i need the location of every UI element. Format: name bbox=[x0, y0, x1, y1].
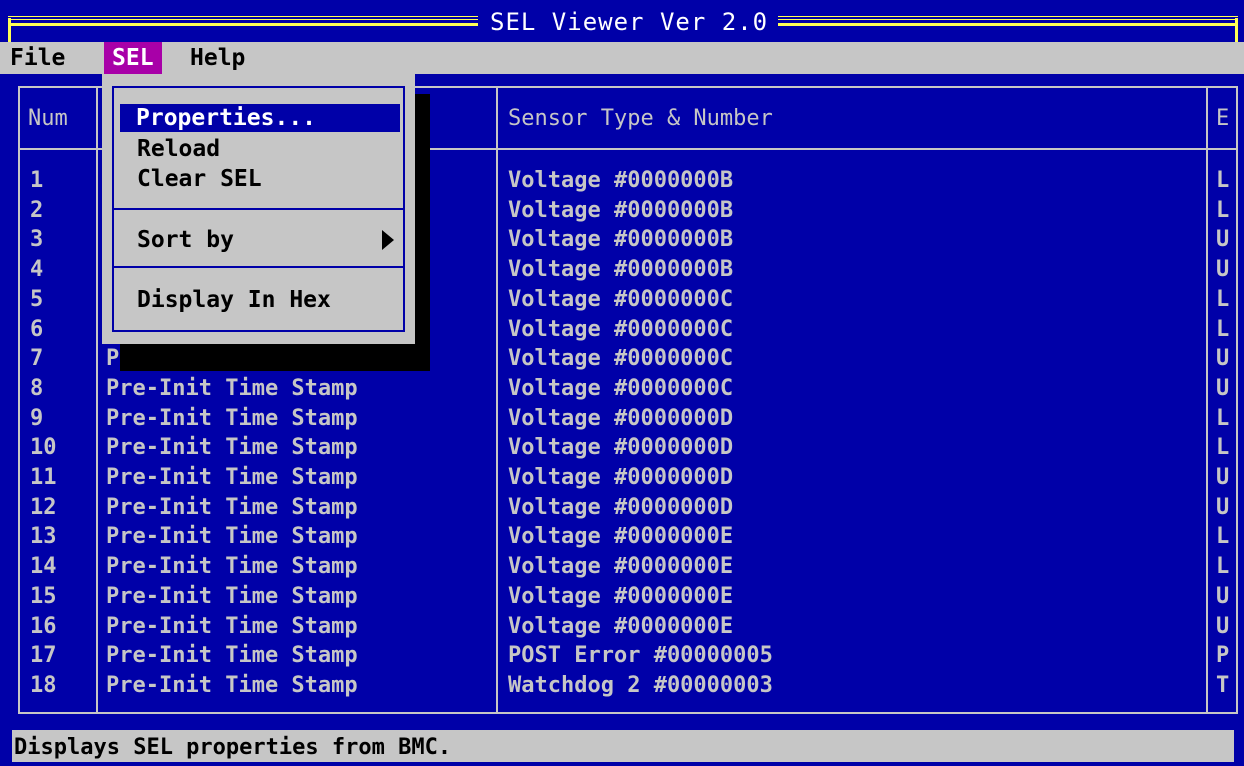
cell-num: 7 bbox=[30, 346, 44, 372]
cell-e: U bbox=[1216, 613, 1230, 639]
title-double-line-left bbox=[8, 16, 478, 32]
cell-num: 2 bbox=[30, 197, 44, 223]
cell-timestamp: Pre-Init Time Stamp bbox=[106, 465, 358, 490]
cell-e: L bbox=[1216, 316, 1230, 342]
cell-sensor: Voltage #0000000C bbox=[508, 375, 734, 401]
cell-timestamp: Pre-Init Time Stamp bbox=[106, 494, 358, 520]
table-row[interactable]: 9 Pre-Init Time Stamp Voltage #0000000D L bbox=[0, 404, 1244, 434]
cell-e: U bbox=[1216, 494, 1230, 520]
cell-timestamp: Pre-Init Time Stamp bbox=[106, 435, 358, 461]
table-row[interactable]: 8 Pre-Init Time Stamp Voltage #0000000C U bbox=[0, 374, 1244, 404]
menu-file[interactable]: File bbox=[2, 42, 73, 74]
cell-num: 17 bbox=[30, 643, 57, 669]
table-row[interactable]: 16 Pre-Init Time Stamp Voltage #0000000E U bbox=[0, 612, 1244, 642]
menu-item-clear-sel[interactable]: Clear SEL bbox=[137, 165, 262, 193]
cell-e: U bbox=[1216, 465, 1230, 490]
table-row[interactable]: 17 Pre-Init Time Stamp POST Error #0000000… bbox=[0, 641, 1244, 671]
cell-num: 6 bbox=[30, 316, 44, 342]
cell-timestamp: Pre-Init Time Stamp bbox=[106, 643, 358, 669]
menu-item-sort-by[interactable]: Sort by bbox=[137, 226, 234, 254]
table-row[interactable]: 11 Pre-Init Time Stamp Voltage #0000000D U bbox=[0, 463, 1244, 493]
menu-sel[interactable]: SEL bbox=[104, 42, 162, 74]
cell-timestamp: Pre-Init Time Stamp bbox=[106, 613, 358, 639]
table-row[interactable]: 15 Pre-Init Time Stamp Voltage #0000000E U bbox=[0, 582, 1244, 612]
title-frame-right bbox=[1235, 18, 1238, 44]
cell-sensor: Voltage #0000000B bbox=[508, 257, 734, 283]
sel-dropdown-menu: Properties... Reload Clear SEL Sort by D… bbox=[102, 74, 415, 344]
cell-e: L bbox=[1216, 524, 1230, 550]
cell-num: 13 bbox=[30, 524, 57, 550]
cell-sensor: Voltage #0000000D bbox=[508, 435, 734, 461]
header-num[interactable]: Num bbox=[28, 106, 68, 131]
cell-num: 11 bbox=[30, 465, 57, 490]
cell-e: T bbox=[1216, 672, 1230, 698]
header-sensor[interactable]: Sensor Type & Number bbox=[508, 106, 773, 131]
menu-bar: File SEL Help bbox=[0, 42, 1244, 74]
cell-num: 5 bbox=[30, 286, 44, 312]
cell-sensor: Voltage #0000000B bbox=[508, 168, 734, 193]
cell-sensor: Voltage #0000000E bbox=[508, 554, 734, 580]
cell-e: L bbox=[1216, 554, 1230, 580]
cell-num: 1 bbox=[30, 168, 44, 193]
cell-e: L bbox=[1216, 197, 1230, 223]
menu-separator bbox=[112, 208, 405, 210]
cell-e: U bbox=[1216, 375, 1230, 401]
cell-timestamp: Pre-Init Time Stamp bbox=[106, 583, 358, 609]
menu-item-properties[interactable]: Properties... bbox=[120, 104, 400, 132]
table-row[interactable]: 18 Pre-Init Time Stamp Watchdog 2 #0000000… bbox=[0, 671, 1244, 701]
cell-sensor: Voltage #0000000D bbox=[508, 494, 734, 520]
cell-sensor: POST Error #00000005 bbox=[508, 643, 773, 669]
cell-sensor: Voltage #0000000E bbox=[508, 524, 734, 550]
table-row[interactable]: 12 Pre-Init Time Stamp Voltage #0000000D U bbox=[0, 493, 1244, 523]
cell-num: 16 bbox=[30, 613, 57, 639]
cell-e: U bbox=[1216, 227, 1230, 253]
menu-item-reload[interactable]: Reload bbox=[137, 135, 220, 163]
cell-num: 14 bbox=[30, 554, 57, 580]
window-title: SEL Viewer Ver 2.0 bbox=[490, 8, 769, 36]
menu-item-display-in-hex[interactable]: Display In Hex bbox=[137, 286, 331, 314]
cell-num: 8 bbox=[30, 375, 44, 401]
cell-e: U bbox=[1216, 583, 1230, 609]
cell-sensor: Voltage #0000000C bbox=[508, 286, 734, 312]
cell-timestamp: Pre-Init Time Stamp bbox=[106, 672, 358, 698]
table-row[interactable]: 10 Pre-Init Time Stamp Voltage #0000000D L bbox=[0, 433, 1244, 463]
cell-num: 18 bbox=[30, 672, 57, 698]
cell-sensor: Voltage #0000000B bbox=[508, 227, 734, 253]
cell-e: L bbox=[1216, 286, 1230, 312]
cell-sensor: Voltage #0000000E bbox=[508, 613, 734, 639]
cell-e: U bbox=[1216, 346, 1230, 372]
cell-num: 9 bbox=[30, 405, 44, 431]
status-bar: Displays SEL properties from BMC. bbox=[12, 730, 1234, 762]
cell-e: U bbox=[1216, 257, 1230, 283]
menu-help[interactable]: Help bbox=[182, 42, 253, 74]
cell-e: L bbox=[1216, 435, 1230, 461]
cell-sensor: Voltage #0000000B bbox=[508, 197, 734, 223]
cell-timestamp: Pre-Init Time Stamp bbox=[106, 375, 358, 401]
cell-timestamp: Pre-Init Time Stamp bbox=[106, 405, 358, 431]
cell-sensor: Voltage #0000000E bbox=[508, 583, 734, 609]
title-double-line-right bbox=[778, 16, 1238, 32]
table-row[interactable]: 14 Pre-Init Time Stamp Voltage #0000000E L bbox=[0, 552, 1244, 582]
cell-e: L bbox=[1216, 168, 1230, 193]
cell-e: L bbox=[1216, 405, 1230, 431]
cell-sensor: Voltage #0000000C bbox=[508, 316, 734, 342]
cell-num: 3 bbox=[30, 227, 44, 253]
cell-sensor: Voltage #0000000D bbox=[508, 465, 734, 490]
triangle-right-icon bbox=[382, 230, 394, 250]
cell-sensor: Voltage #0000000D bbox=[508, 405, 734, 431]
cell-num: 10 bbox=[30, 435, 57, 461]
cell-num: 15 bbox=[30, 583, 57, 609]
header-e[interactable]: E bbox=[1216, 106, 1229, 131]
cell-num: 12 bbox=[30, 494, 57, 520]
cell-e: P bbox=[1216, 643, 1230, 669]
table-row[interactable]: 13 Pre-Init Time Stamp Voltage #0000000E L bbox=[0, 522, 1244, 552]
cell-timestamp: Pre-Init Time Stamp bbox=[106, 554, 358, 580]
cell-timestamp: Pre-Init Time Stamp bbox=[106, 524, 358, 550]
menu-separator bbox=[112, 266, 405, 268]
title-bar: SEL Viewer Ver 2.0 bbox=[0, 0, 1244, 44]
cell-sensor: Watchdog 2 #00000003 bbox=[508, 672, 773, 698]
cell-sensor: Voltage #0000000C bbox=[508, 346, 734, 372]
cell-num: 4 bbox=[30, 257, 44, 283]
